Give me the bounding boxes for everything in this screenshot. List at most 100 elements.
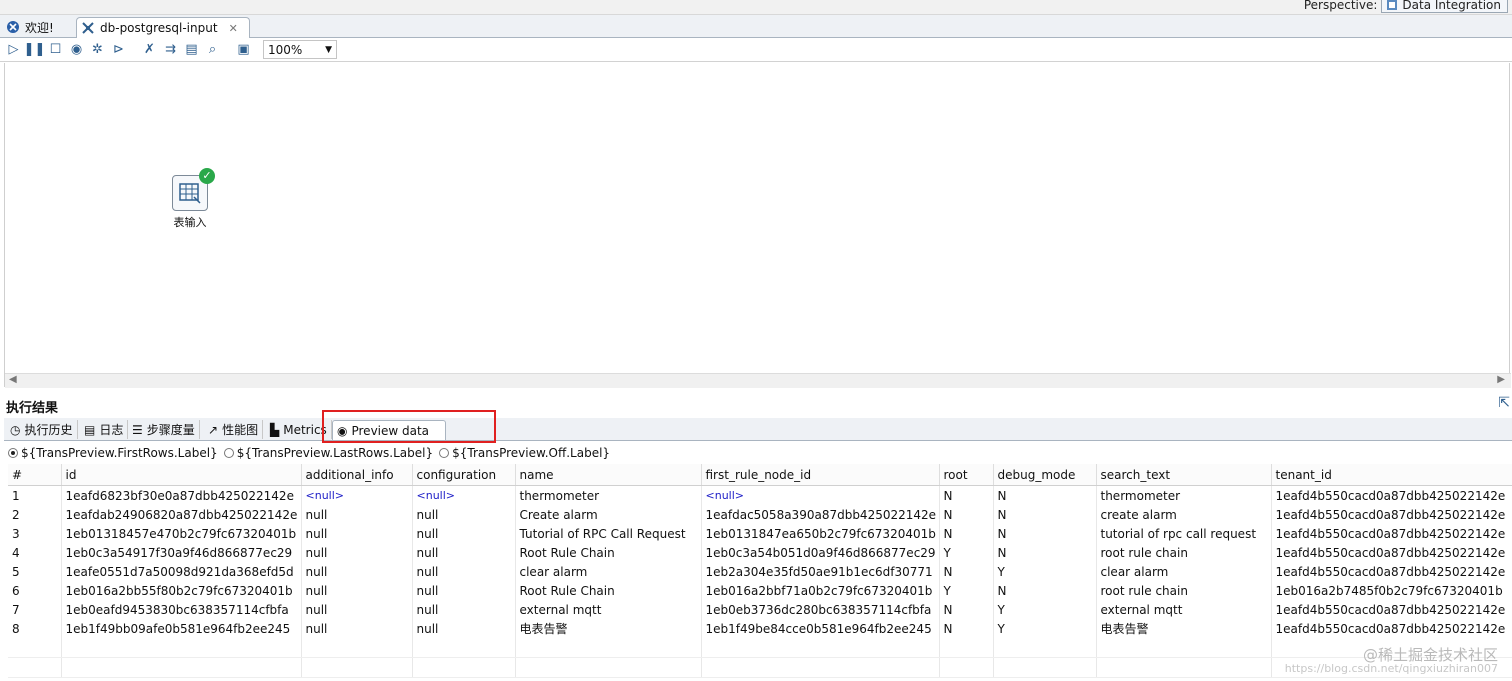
table-cell: N: [939, 619, 994, 638]
tab-step-metrics[interactable]: ☰ 步骤度量: [128, 420, 200, 439]
table-cell: <null>: [301, 485, 413, 505]
table-cell: N: [939, 600, 994, 619]
table-cell: 1eafdac5058a390a87dbb425022142e: [701, 505, 940, 524]
table-cell: N: [939, 562, 994, 581]
column-header[interactable]: additional_info: [301, 464, 413, 486]
radio-label: ${TransPreview.LastRows.Label}: [236, 446, 434, 460]
table-cell: null: [301, 543, 413, 562]
empty-cell: [1096, 657, 1272, 678]
table-row[interactable]: 6 1eb016a2bb55f80b2c79fc67320401b null null…: [8, 581, 1512, 600]
column-header[interactable]: id: [61, 464, 302, 486]
zoom-select[interactable]: 100% ▼: [263, 40, 337, 59]
transformation-toolbar: ▷ ❚❚ ☐ ◉ ✲ ⊳ ✗ ⇉ ▤ ⌕ ▣ 100% ▼: [0, 38, 1512, 62]
tab-db-postgresql-input[interactable]: db-postgresql-input ✕: [76, 17, 250, 38]
table-cell: Tutorial of RPC Call Request: [515, 524, 702, 543]
log-icon: ▤: [84, 422, 96, 437]
verify-icon[interactable]: ✗: [140, 40, 159, 59]
close-icon[interactable]: ✕: [229, 22, 238, 35]
column-header[interactable]: name: [515, 464, 702, 486]
pause-icon[interactable]: ❚❚: [24, 40, 46, 59]
perspective-label: Perspective:: [1303, 0, 1378, 12]
table-cell: 1eafe0551d7a50098d921da368efd5d: [61, 562, 302, 581]
radio-first-rows[interactable]: ${TransPreview.FirstRows.Label}: [8, 446, 218, 460]
scroll-left-icon[interactable]: ◀: [9, 374, 17, 385]
radio-last-rows[interactable]: ${TransPreview.LastRows.Label}: [223, 446, 434, 460]
table-cell: null: [412, 524, 516, 543]
tab-execution-history[interactable]: ◷ 执行历史: [6, 420, 78, 439]
table-cell: Y: [993, 600, 1097, 619]
maximize-icon[interactable]: ⇱: [1498, 395, 1510, 411]
table-cell: N: [993, 505, 1097, 524]
table-row[interactable]: 5 1eafe0551d7a50098d921da368efd5d null null…: [8, 562, 1512, 581]
table-cell: tutorial of rpc call request: [1096, 524, 1272, 543]
column-header[interactable]: #: [8, 464, 62, 486]
column-header[interactable]: debug_mode: [993, 464, 1097, 486]
explore-db-icon[interactable]: ⌕: [203, 40, 222, 59]
tab-welcome[interactable]: 欢迎!: [2, 17, 82, 37]
table-cell: null: [301, 562, 413, 581]
table-row[interactable]: 3 1eb01318457e470b2c79fc67320401b null null…: [8, 524, 1512, 543]
table-cell: null: [301, 619, 413, 638]
empty-cell: [515, 657, 702, 678]
table-row[interactable]: 8 1eb1f49bb09afe0b581e964fb2ee245 null null…: [8, 619, 1512, 638]
column-header[interactable]: configuration: [412, 464, 516, 486]
table-cell: N: [939, 485, 994, 505]
table-cell: 1eafd4b550cacd0a87dbb425022142e: [1271, 619, 1512, 638]
column-header[interactable]: first_rule_node_id: [701, 464, 940, 486]
toolbar-separator: [130, 40, 138, 59]
radio-label: ${TransPreview.Off.Label}: [452, 446, 611, 460]
column-header[interactable]: tenant_id: [1271, 464, 1512, 486]
table-cell: null: [301, 505, 413, 524]
table-row[interactable]: 4 1eb0c3a54917f30a9f46d866877ec29 null null…: [8, 543, 1512, 562]
empty-cell: [515, 638, 702, 658]
show-results-icon[interactable]: ▣: [234, 40, 253, 59]
impact-icon[interactable]: ⇉: [161, 40, 180, 59]
data-integration-icon: [1387, 0, 1398, 10]
table-header-row: # id additional_info configuration name first…: [8, 464, 1512, 486]
table-cell: 1eafd4b550cacd0a87dbb425022142e: [1271, 562, 1512, 581]
horizontal-scrollbar[interactable]: ◀ ▶: [5, 373, 1511, 388]
sql-icon[interactable]: ▤: [182, 40, 201, 59]
table-cell: 1eb016a2bbf71a0b2c79fc67320401b: [701, 581, 940, 600]
table-cell: 1eafd4b550cacd0a87dbb425022142e: [1271, 505, 1512, 524]
table-cell: 1eb01318457e470b2c79fc67320401b: [61, 524, 302, 543]
table-body: 1 1eafd6823bf30e0a87dbb425022142e <null> <n…: [8, 485, 1512, 678]
table-row[interactable]: 1 1eafd6823bf30e0a87dbb425022142e <null> <n…: [8, 485, 1512, 505]
table-row[interactable]: 7 1eb0eafd9453830bc638357114cfbfa null null…: [8, 600, 1512, 619]
table-cell: N: [993, 524, 1097, 543]
scroll-right-icon[interactable]: ▶: [1497, 374, 1505, 385]
stop-icon[interactable]: ☐: [46, 40, 65, 59]
table-cell: Root Rule Chain: [515, 543, 702, 562]
table-cell: 1eb016a2b7485f0b2c79fc67320401b: [1271, 581, 1512, 600]
preview-icon[interactable]: ◉: [67, 40, 86, 59]
empty-cell: [701, 657, 940, 678]
table-cell: 1eafd4b550cacd0a87dbb425022142e: [1271, 485, 1512, 505]
table-cell: 1eafd4b550cacd0a87dbb425022142e: [1271, 543, 1512, 562]
tab-performance-graph[interactable]: ↗ 性能图: [204, 420, 264, 439]
column-header[interactable]: root: [939, 464, 994, 486]
chart-icon: ↗: [208, 422, 219, 437]
tab-label: 性能图: [222, 423, 259, 437]
table-cell: external mqtt: [515, 600, 702, 619]
tab-log[interactable]: ▤ 日志: [80, 420, 129, 439]
empty-cell: [301, 657, 413, 678]
perspective-switcher: Perspective: Data Integration: [1304, 0, 1508, 13]
empty-cell: [61, 657, 302, 678]
welcome-icon: [7, 21, 19, 33]
radio-off[interactable]: ${TransPreview.Off.Label}: [439, 446, 610, 460]
replay-icon[interactable]: ⊳: [109, 40, 128, 59]
preview-data-table[interactable]: # id additional_info configuration name first…: [8, 464, 1512, 681]
empty-cell: [61, 638, 302, 658]
run-icon[interactable]: ▷: [4, 40, 23, 59]
radio-label: ${TransPreview.FirstRows.Label}: [21, 446, 218, 460]
column-header[interactable]: search_text: [1096, 464, 1272, 486]
table-cell: thermometer: [1096, 485, 1272, 505]
table-cell: 1eb2a304e35fd50ae91b1ec6df30771: [701, 562, 940, 581]
debug-icon[interactable]: ✲: [88, 40, 107, 59]
step-table-input[interactable]: ✓ 表输入: [167, 168, 215, 230]
perspective-value: Data Integration: [1402, 0, 1501, 12]
table-row[interactable]: 2 1eafdab24906820a87dbb425022142e null null…: [8, 505, 1512, 524]
watermark-url: https://blog.csdn.net/qingxiuzhiran007: [1284, 662, 1498, 675]
perspective-button[interactable]: Data Integration: [1381, 0, 1508, 13]
transformation-canvas[interactable]: ✓ 表输入 ◀ ▶: [4, 63, 1511, 388]
